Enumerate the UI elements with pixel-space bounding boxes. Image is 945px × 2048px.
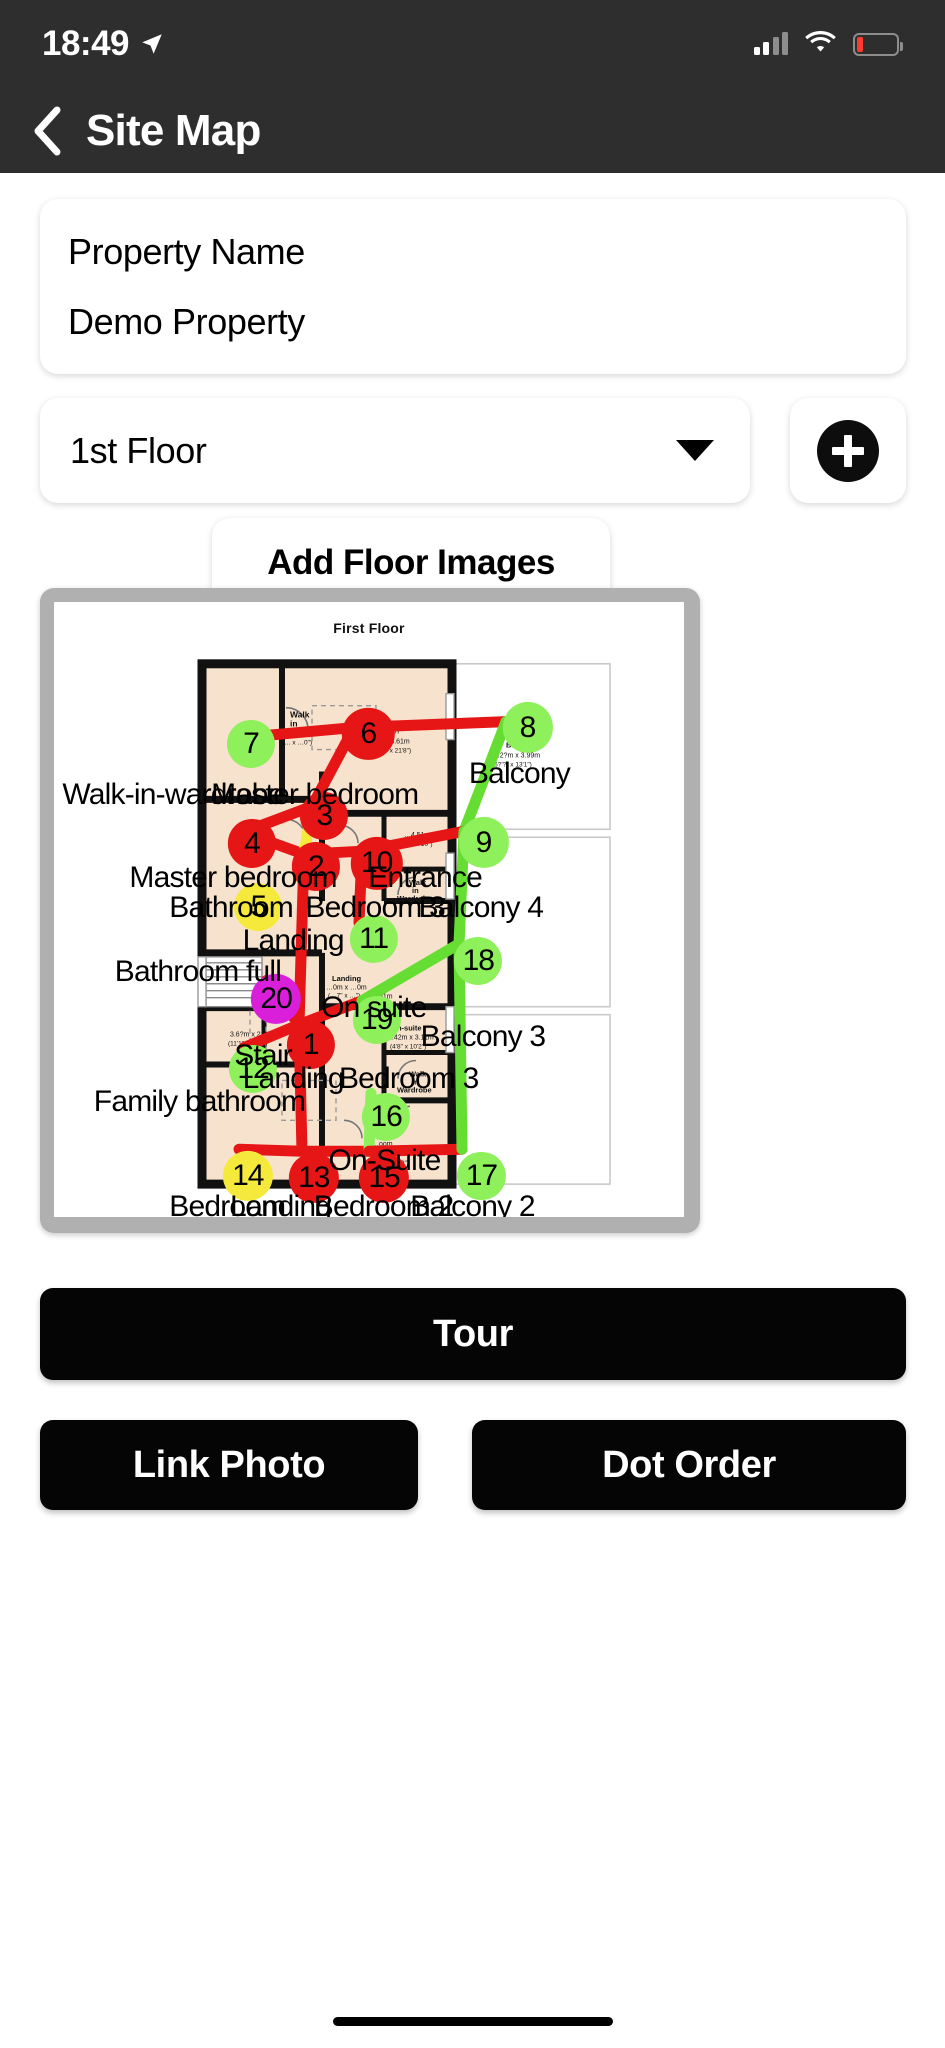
dot-label: 5	[250, 890, 267, 924]
dot-label: 7	[243, 727, 260, 761]
dot-label: 9	[475, 825, 493, 859]
svg-text:(6?'?" x 13'1"): (6?'?" x 13'1")	[492, 761, 532, 768]
dot-label: 2	[308, 849, 325, 883]
property-name-value: Demo Property	[68, 301, 305, 342]
dot-label: 17	[465, 1158, 498, 1192]
floor-plan-dot-17[interactable]: 17	[457, 1151, 506, 1200]
floor-plan-dot-7[interactable]: 7	[226, 720, 276, 769]
battery-low-icon	[853, 32, 903, 56]
svg-text:(4'8" x 10'2"): (4'8" x 10'2")	[390, 1044, 426, 1051]
floor-plan-canvas[interactable]: First Floor Walk in (… x …0") … x 6.61m …	[54, 602, 684, 1217]
floor-plan-dot-14[interactable]: 14	[222, 1150, 273, 1201]
floor-plan-dot-3[interactable]: 3	[300, 792, 349, 841]
page-title: Site Map	[86, 105, 261, 155]
dot-label: 20	[260, 982, 292, 1016]
property-name-label: Property Name	[68, 231, 305, 272]
dot-label: 4	[244, 826, 261, 860]
dot-label: 10	[360, 846, 393, 880]
svg-text:Wardrobe: Wardrobe	[397, 894, 432, 903]
floor-plan-dot-16[interactable]: 16	[362, 1093, 411, 1142]
status-bar-right	[753, 30, 903, 59]
tour-button[interactable]: Tour	[40, 1288, 906, 1380]
floor-plan-dot-19[interactable]: 19	[352, 996, 401, 1045]
link-photo-button-label: Link Photo	[132, 1443, 326, 1486]
floor-plan-dot-5[interactable]: 5	[234, 883, 283, 932]
dot-order-button[interactable]: Dot Order	[472, 1420, 906, 1510]
status-time: 18:49	[42, 24, 130, 63]
dot-order-button-label: Dot Order	[602, 1443, 776, 1486]
main-content: Property Name Demo Property 1st Floor Ad…	[0, 173, 945, 2048]
floor-plan-dot-8[interactable]: 8	[502, 702, 553, 753]
dot-label: 3	[316, 799, 333, 833]
status-bar: 18:49	[0, 0, 945, 88]
dot-label: 19	[360, 1003, 393, 1037]
chevron-down-icon	[676, 440, 714, 461]
status-bar-left: 18:49	[42, 24, 165, 64]
svg-text:in: in	[290, 719, 298, 729]
dot-label: 1	[302, 1028, 320, 1062]
dot-label: 8	[519, 710, 537, 744]
dot-label: 14	[232, 1158, 264, 1192]
nav-header: Site Map	[0, 88, 945, 173]
floor-plan-frame: First Floor Walk in (… x …0") … x 6.61m …	[40, 588, 700, 1233]
add-floor-images-label: Add Floor Images	[267, 543, 555, 582]
floor-plan-dot-2[interactable]: 2	[291, 842, 340, 891]
dot-label: 11	[358, 921, 389, 955]
floor-plan-dot-11[interactable]: 11	[349, 914, 398, 963]
svg-text:…0m x …0m: …0m x …0m	[326, 985, 367, 992]
location-arrow-icon	[139, 31, 165, 57]
floor-plan-dot-15[interactable]: 15	[358, 1152, 410, 1204]
home-indicator	[332, 2017, 613, 2026]
floor-plan-dot-4[interactable]: 4	[227, 819, 277, 868]
back-button[interactable]	[24, 103, 70, 159]
dot-label: 6	[360, 716, 377, 750]
floor-plan-dot-12[interactable]: 12	[228, 1045, 278, 1094]
dot-label: 12	[237, 1052, 269, 1086]
tour-button-label: Tour	[432, 1312, 513, 1355]
property-name-card[interactable]: Property Name Demo Property	[40, 199, 906, 374]
svg-text:(… x …0"): (… x …0")	[282, 740, 312, 747]
wifi-icon	[805, 30, 836, 59]
add-floor-button[interactable]	[790, 398, 906, 503]
link-photo-button[interactable]: Link Photo	[40, 1420, 418, 1510]
svg-text:Wardrobe: Wardrobe	[397, 1085, 432, 1094]
floor-select-value: 1st Floor	[70, 429, 207, 471]
floor-plan-dot-20[interactable]: 20	[250, 974, 302, 1025]
floor-plan-dot-9[interactable]: 9	[458, 817, 509, 868]
svg-text:Landing: Landing	[332, 974, 362, 983]
dot-label: 15	[368, 1160, 400, 1194]
floor-plan-dot-18[interactable]: 18	[454, 936, 503, 985]
floor-plan-dot-1[interactable]: 1	[286, 1021, 335, 1070]
dot-label: 16	[370, 1100, 402, 1134]
dot-label: 18	[462, 943, 495, 977]
dot-connection-line	[363, 1143, 468, 1157]
floor-plan-dot-13[interactable]: 13	[288, 1152, 339, 1204]
cellular-signal-icon	[753, 32, 788, 55]
floor-select-dropdown[interactable]: 1st Floor	[40, 398, 750, 503]
dot-label: 13	[298, 1160, 330, 1194]
plus-circle-icon	[817, 419, 879, 482]
